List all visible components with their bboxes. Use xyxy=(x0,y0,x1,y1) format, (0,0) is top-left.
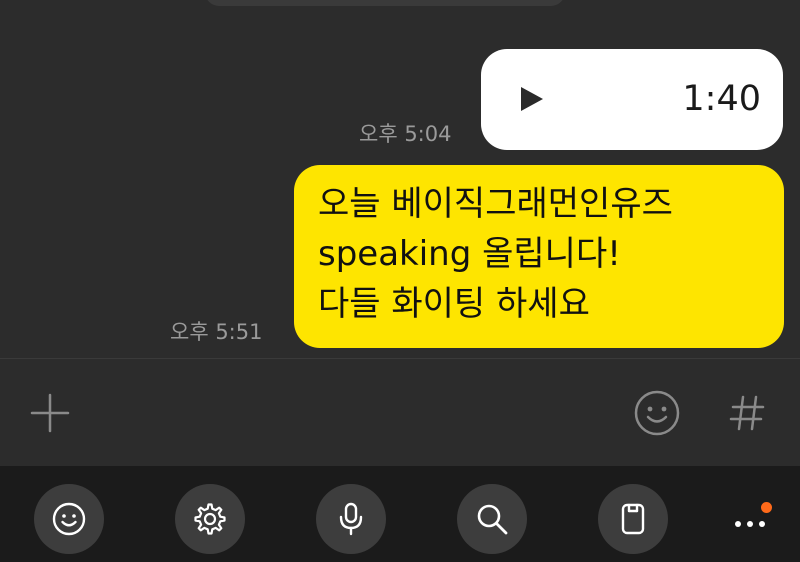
voice-duration: 1:40 xyxy=(682,79,761,119)
message-line: 오늘 베이직그래먼인유즈 xyxy=(318,184,673,224)
gear-icon xyxy=(194,503,226,535)
message-timestamp: 오후 5:04 xyxy=(359,122,452,146)
plus-icon[interactable] xyxy=(28,391,72,435)
message-input-bar[interactable] xyxy=(0,358,800,466)
message-timestamp: 오후 5:51 xyxy=(170,320,263,344)
emoji-icon xyxy=(52,502,86,536)
emoji-button[interactable] xyxy=(34,484,104,554)
microphone-icon xyxy=(339,502,363,536)
settings-button[interactable] xyxy=(175,484,245,554)
voice-input-button[interactable] xyxy=(316,484,386,554)
message-line: 다들 화이팅 하세요 xyxy=(318,284,590,324)
message-list[interactable]: 1:40 오후 5:04 오늘 베이직그래먼인유즈 speaking 올립니다!… xyxy=(0,0,800,358)
more-button[interactable] xyxy=(728,502,778,542)
message-line: speaking 올립니다! xyxy=(318,234,621,274)
play-icon[interactable] xyxy=(519,85,545,113)
hash-icon[interactable] xyxy=(727,389,767,437)
voice-message-bubble[interactable]: 1:40 xyxy=(481,49,783,150)
bottom-toolbar xyxy=(0,466,800,562)
previous-message-bubble-edge xyxy=(205,0,565,6)
emoji-icon[interactable] xyxy=(633,389,681,437)
text-message-bubble[interactable]: 오늘 베이직그래먼인유즈 speaking 올립니다! 다들 화이팅 하세요 xyxy=(294,165,784,348)
clipboard-icon xyxy=(621,503,645,535)
chat-screen: 1:40 오후 5:04 오늘 베이직그래먼인유즈 speaking 올립니다!… xyxy=(0,0,800,562)
search-icon xyxy=(477,504,508,535)
clipboard-button[interactable] xyxy=(598,484,668,554)
notification-dot xyxy=(761,502,772,513)
search-button[interactable] xyxy=(457,484,527,554)
